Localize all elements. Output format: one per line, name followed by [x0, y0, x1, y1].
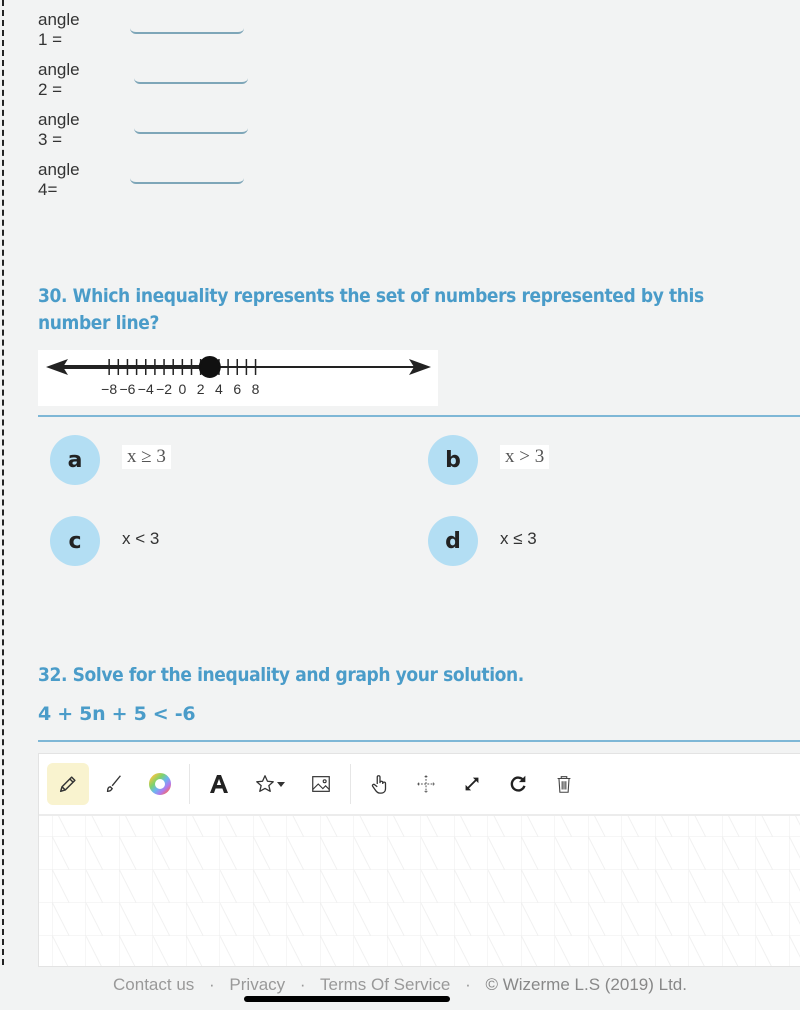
- image-tool-button[interactable]: [300, 763, 342, 805]
- footer-separator: ·: [465, 975, 471, 994]
- tick-label: 4: [215, 381, 223, 397]
- option-d[interactable]: d x ≤ 3: [428, 516, 728, 568]
- footer-separator: ·: [209, 975, 215, 994]
- question-32-title: 32. Solve for the inequality and graph y…: [38, 664, 524, 686]
- option-letter-bubble: c: [50, 516, 100, 566]
- tick-label: −6: [119, 381, 135, 397]
- option-text: x ≤ 3: [500, 529, 537, 548]
- text-icon: [210, 775, 228, 793]
- page-dashed-border: [2, 0, 4, 965]
- number-line-image: −8 −6 −4 −2 0 2 4 6 8: [38, 350, 438, 406]
- resize-icon: [465, 777, 479, 791]
- contact-us-link[interactable]: Contact us: [113, 975, 194, 994]
- tick-label: 6: [233, 381, 241, 397]
- option-c[interactable]: c x < 3: [50, 516, 350, 568]
- drawing-canvas[interactable]: [39, 816, 800, 966]
- angle-label: angle 2 =: [38, 60, 80, 99]
- star-shape-icon: [256, 775, 274, 792]
- divider: [38, 740, 800, 742]
- angle-label: angle 1 =: [38, 10, 80, 49]
- option-b[interactable]: b x > 3: [428, 435, 728, 487]
- tick-label: −8: [101, 381, 117, 397]
- redo-button[interactable]: [497, 763, 539, 805]
- drawing-widget: [38, 753, 800, 967]
- resize-tool-button[interactable]: [451, 763, 493, 805]
- question-32-expression: 4 + 5n + 5 < -6: [38, 703, 196, 725]
- angle-label: angle 3 =: [38, 110, 80, 149]
- delete-button[interactable]: [543, 763, 585, 805]
- tick-label: 0: [178, 381, 186, 397]
- angle-3-input[interactable]: [134, 98, 248, 134]
- copyright: © Wizerme L.S (2019) Ltd.: [485, 975, 687, 994]
- privacy-link[interactable]: Privacy: [229, 975, 285, 994]
- color-picker-button[interactable]: [139, 763, 181, 805]
- angle-4-input[interactable]: [130, 148, 244, 184]
- tick-label: 2: [197, 381, 205, 397]
- angle-label: angle 4=: [38, 160, 80, 199]
- shape-tool-button[interactable]: [244, 763, 296, 805]
- hand-icon: [371, 775, 387, 794]
- option-text: x < 3: [122, 529, 160, 548]
- image-icon: [312, 776, 330, 792]
- toolbar-separator: [350, 764, 351, 804]
- angle-2-input[interactable]: [134, 48, 248, 84]
- drawing-toolbar: [39, 754, 800, 816]
- tick-label: 8: [252, 381, 260, 397]
- brush-icon: [106, 775, 121, 793]
- text-tool-button[interactable]: [198, 763, 240, 805]
- divider: [38, 415, 800, 417]
- pencil-icon: [59, 776, 76, 793]
- redo-icon: [510, 775, 526, 792]
- brush-tool-button[interactable]: [93, 763, 135, 805]
- option-text: x ≥ 3: [122, 445, 171, 469]
- hand-tool-button[interactable]: [359, 763, 401, 805]
- tick-label: −2: [156, 381, 172, 397]
- option-a[interactable]: a x ≥ 3: [50, 435, 350, 487]
- color-wheel-icon: [149, 773, 171, 795]
- endpoint-dot: [198, 356, 221, 378]
- number-line-svg: −8 −6 −4 −2 0 2 4 6 8: [46, 356, 431, 397]
- trash-icon: [557, 776, 571, 793]
- home-indicator[interactable]: [244, 996, 450, 1002]
- footer: Contact us · Privacy · Terms Of Service …: [0, 975, 800, 995]
- caret-down-icon: [277, 782, 285, 787]
- option-letter-bubble: d: [428, 516, 478, 566]
- footer-separator: ·: [299, 975, 306, 994]
- canvas-grid: [39, 816, 800, 966]
- option-letter-bubble: a: [50, 435, 100, 485]
- terms-link[interactable]: Terms Of Service: [320, 975, 450, 994]
- toolbar-separator: [189, 764, 190, 804]
- option-letter-bubble: b: [428, 435, 478, 485]
- question-30-title: 30. Which inequality represents the set …: [38, 285, 704, 334]
- option-text: x > 3: [500, 445, 550, 469]
- pencil-tool-button[interactable]: [47, 763, 89, 805]
- move-tool-button[interactable]: [405, 763, 447, 805]
- move-icon: [417, 775, 435, 793]
- angle-1-input[interactable]: [130, 0, 244, 34]
- tick-label: −4: [138, 381, 154, 397]
